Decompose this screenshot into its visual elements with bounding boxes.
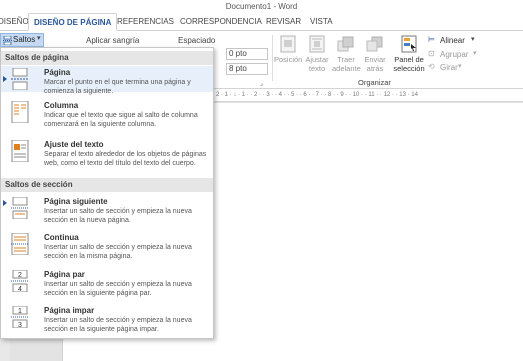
ribbon-separator	[272, 35, 273, 81]
menu-item-title: Página par	[44, 270, 85, 279]
spacing-before-value: 0 pto	[229, 49, 247, 58]
align-label: Alinear	[440, 36, 465, 45]
breaks-dropdown-menu: Saltos de página Página Marcar el punto …	[0, 47, 214, 339]
tab-diseno-de-pagina[interactable]: DISEÑO DE PÁGINA	[28, 13, 118, 31]
wrap-text-label: Ajustar texto	[305, 55, 329, 73]
selection-pane-label: Panel de selección	[393, 55, 425, 73]
saltos-button[interactable]: Saltos ▾	[0, 33, 44, 47]
column-break-icon	[11, 101, 29, 123]
rotate-label: Girar	[440, 63, 458, 72]
tab-referencias[interactable]: REFERENCIAS	[117, 13, 174, 31]
odd-page-break-icon: 1 3	[11, 306, 29, 328]
group-label: Agrupar	[440, 50, 469, 59]
svg-text:3: 3	[18, 322, 22, 328]
menu-item-description: Insertar un salto de sección y empieza l…	[44, 208, 192, 224]
send-backward-label: Enviar atrás	[364, 55, 386, 73]
menu-item-column-break[interactable]: Columna Indicar que el texto que sigue a…	[1, 99, 213, 129]
wrap-text-icon	[309, 35, 325, 53]
group-icon: ⊡	[428, 49, 435, 58]
menu-item-odd-page[interactable]: 1 3 Página impar Insertar un salto de se…	[1, 304, 213, 338]
spacing-after-field[interactable]: 8 pto	[226, 63, 268, 75]
current-item-marker	[3, 76, 7, 82]
selection-pane-icon	[401, 35, 417, 53]
position-button[interactable]: Posición	[274, 35, 302, 64]
text-wrapping-break-icon	[11, 140, 29, 162]
menu-section-section-breaks: Saltos de sección	[1, 178, 213, 192]
menu-item-description: Insertar un salto de sección y empieza l…	[44, 317, 192, 333]
ruler-scale: 2 · 1 · ↓ · 1 · · 2 · · 3 · · 4 · · 5 · …	[216, 92, 418, 98]
tab-vista[interactable]: VISTA	[310, 13, 333, 31]
indent-label: Aplicar sangría	[86, 36, 140, 45]
next-page-break-icon	[11, 197, 29, 219]
tab-diseno[interactable]: DISEÑO	[0, 13, 29, 31]
menu-item-description: Insertar un salto de sección y empieza l…	[44, 244, 192, 260]
chevron-down-icon: ▾	[37, 35, 41, 42]
ribbon-tab-bar: DISEÑO DISEÑO DE PÁGINA REFERENCIAS CORR…	[0, 13, 523, 31]
spacing-label: Espaciado	[178, 36, 216, 45]
rotate-button[interactable]: ⟲ Girar ▾	[428, 62, 488, 74]
menu-item-continuous[interactable]: Continua Insertar un salto de sección y …	[1, 231, 213, 265]
item-marker	[3, 200, 7, 206]
menu-item-text-wrapping-break[interactable]: Ajuste del texto Separar el texto alrede…	[1, 138, 213, 176]
window-title: Documento1 - Word	[225, 2, 298, 11]
menu-item-title: Columna	[44, 101, 79, 110]
bring-forward-label: Traer adelante	[332, 55, 361, 73]
bring-forward-button[interactable]: Traer adelante	[332, 35, 361, 73]
menu-item-description: Insertar un salto de sección y empieza l…	[44, 281, 192, 297]
menu-item-title: Página	[44, 68, 71, 77]
menu-item-title: Ajuste del texto	[44, 140, 104, 149]
bring-forward-icon	[337, 36, 354, 52]
align-icon: ⊨	[428, 35, 435, 44]
menu-item-next-page[interactable]: Página siguiente Insertar un salto de se…	[1, 195, 213, 229]
continuous-break-icon	[11, 233, 29, 255]
menu-item-title: Continua	[44, 233, 79, 242]
even-page-badge: 2	[18, 272, 22, 279]
align-button[interactable]: ⊨ Alinear ▾	[428, 35, 488, 47]
send-backward-button[interactable]: Enviar atrás	[361, 35, 389, 73]
chevron-down-icon: ▾	[458, 63, 462, 70]
send-backward-icon	[366, 36, 383, 52]
menu-item-title: Página impar	[44, 306, 95, 315]
spacing-after-value: 8 pto	[229, 64, 247, 73]
spacing-before-field[interactable]: 0 pto	[226, 48, 268, 60]
tab-revisar[interactable]: REVISAR	[266, 13, 301, 31]
menu-item-even-page[interactable]: 2 4 Página par Insertar un salto de secc…	[1, 268, 213, 302]
chevron-down-icon: ▾	[471, 36, 475, 43]
menu-section-page-breaks: Saltos de página	[1, 51, 213, 65]
position-label: Posición	[274, 55, 303, 64]
page-break-icon	[11, 68, 29, 90]
position-icon	[280, 35, 296, 53]
menu-item-page-break[interactable]: Página Marcar el punto en el que termina…	[1, 66, 213, 95]
menu-item-title: Página siguiente	[44, 197, 108, 206]
selection-pane-button[interactable]: Panel de selección	[391, 35, 427, 73]
breaks-icon	[3, 36, 12, 45]
menu-item-description: Separar el texto alrededor de los objeto…	[44, 151, 207, 167]
menu-item-description: Marcar el punto en el que termina una pá…	[44, 79, 191, 95]
tab-correspondencia[interactable]: CORRESPONDENCIA	[180, 13, 262, 31]
organizar-group-label: Organizar	[358, 78, 391, 87]
wrap-text-button[interactable]: Ajustar texto	[303, 35, 331, 73]
svg-text:4: 4	[18, 286, 22, 292]
title-bar: Documento1 - Word	[0, 0, 523, 13]
horizontal-ruler[interactable]: 2 · 1 · ↓ · 1 · · 2 · · 3 · · 4 · · 5 · …	[212, 89, 523, 102]
rotate-icon: ⟲	[428, 62, 435, 71]
even-page-break-icon: 2 4	[11, 270, 29, 292]
chevron-down-icon: ▾	[473, 50, 477, 57]
saltos-label: Saltos	[13, 35, 36, 44]
dialog-launcher-icon[interactable]: ⌟	[260, 80, 263, 87]
odd-page-badge: 1	[18, 308, 22, 315]
group-button[interactable]: ⊡ Agrupar ▾	[428, 49, 488, 61]
menu-item-description: Indicar que el texto que sigue al salto …	[44, 112, 198, 128]
